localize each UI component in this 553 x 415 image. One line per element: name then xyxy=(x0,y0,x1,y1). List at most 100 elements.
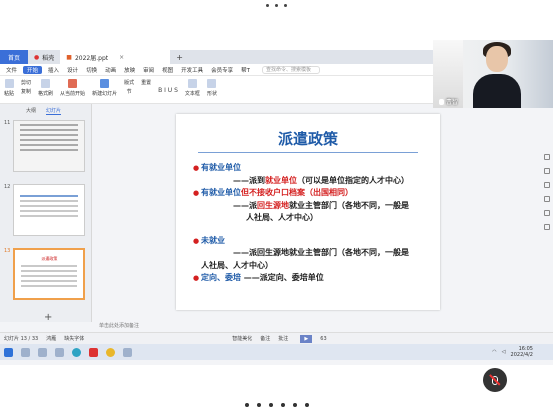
menu-file[interactable]: 文件 xyxy=(4,66,19,74)
thumbnail-row: 13 派遣政策 xyxy=(4,248,86,300)
menu-transition[interactable]: 切换 xyxy=(84,66,99,74)
section-label: 节 xyxy=(126,89,132,95)
status-actions: 智能美化 备注 批注 xyxy=(232,335,288,342)
tab-outline[interactable]: 大纲 xyxy=(26,107,36,115)
tool-icon[interactable] xyxy=(544,168,550,174)
dot xyxy=(284,4,287,7)
browser-icon[interactable] xyxy=(106,347,115,357)
tool-icon[interactable] xyxy=(544,182,550,188)
tab-home[interactable]: 首页 xyxy=(0,50,29,64)
text-run: 人社局、人才中心） xyxy=(246,213,318,222)
comments-button[interactable]: 批注 xyxy=(278,335,288,342)
volume-icon[interactable]: ◁ xyxy=(502,349,506,355)
file-explorer-icon[interactable] xyxy=(55,347,64,357)
tool-icon[interactable] xyxy=(544,154,550,160)
command-search-input[interactable]: 查找命令、搜索模板 xyxy=(262,65,321,74)
video-person-head xyxy=(486,46,508,72)
tab-slides[interactable]: 幻灯片 xyxy=(46,107,62,115)
layout-button[interactable]: 版式 节 xyxy=(124,79,134,95)
tool-icon[interactable] xyxy=(544,210,550,216)
page-dot[interactable] xyxy=(244,403,249,407)
menu-member[interactable]: 会员专享 xyxy=(209,66,235,74)
close-icon[interactable]: × xyxy=(119,54,124,61)
play-icon xyxy=(68,79,78,88)
text-box-button[interactable]: 文本框 xyxy=(185,79,200,97)
slide-body[interactable]: ● 有就业单位 ——派到就业单位（可以是单位指定的人才中心） ● 有就业单位但不接收户口… xyxy=(193,162,433,285)
slide[interactable]: 派遣政策 ● 有就业单位 ——派到就业单位（可以是单位指定的人才中心） ● 有就业单位但… xyxy=(176,114,440,310)
slide-thumbnail[interactable] xyxy=(13,184,86,236)
paste-button[interactable]: 粘贴 xyxy=(4,79,14,97)
menu-review[interactable]: 审阅 xyxy=(141,66,156,74)
slide-number: 12 xyxy=(4,184,11,190)
menu-design[interactable]: 设计 xyxy=(65,66,80,74)
tab-daoke[interactable]: ● 稻壳 xyxy=(28,50,60,64)
tool-icon[interactable] xyxy=(544,224,550,230)
text-box-icon xyxy=(187,79,197,88)
menu-slideshow[interactable]: 放映 xyxy=(122,66,137,74)
wps-icon[interactable] xyxy=(89,347,98,357)
page-dot[interactable] xyxy=(304,403,309,407)
date: 2022/4/2 xyxy=(510,352,533,358)
menu-view[interactable]: 视图 xyxy=(160,66,175,74)
page-dot[interactable] xyxy=(268,403,273,407)
wifi-icon[interactable]: ◠ xyxy=(492,349,496,355)
menu-animation[interactable]: 动画 xyxy=(103,66,118,74)
slide-canvas: 派遣政策 ● 有就业单位 ——派到就业单位（可以是单位指定的人才中心） ● 有就业单位但… xyxy=(93,104,553,322)
task-view-icon[interactable] xyxy=(38,347,47,357)
menu-insert[interactable]: 插入 xyxy=(46,66,61,74)
text-format-group[interactable]: B I U S xyxy=(158,87,178,94)
taskbar: ◠ ◁ 16:05 2022/4/2 xyxy=(0,344,553,360)
page-dot[interactable] xyxy=(256,403,261,407)
text-run: ——派回生源地就业主管部门（各地不同，一般是 xyxy=(233,248,409,257)
text-run: 未就业 xyxy=(201,235,225,245)
zoom-level[interactable]: 63 xyxy=(320,336,326,342)
slideshow-play-button[interactable]: ▶ xyxy=(300,334,313,343)
theme-name: 鸿雁 xyxy=(46,336,57,342)
text-run: 回生源地 xyxy=(257,200,289,210)
page-indicator[interactable] xyxy=(0,403,553,407)
page-dot[interactable] xyxy=(280,403,285,407)
play-from-current-button[interactable]: 从当前开始 xyxy=(60,79,85,97)
video-thumbnail[interactable]: 曹智 xyxy=(433,40,553,108)
clock[interactable]: 16:05 2022/4/2 xyxy=(511,346,533,358)
line-text: 人社局、人才中心） xyxy=(193,212,318,225)
text-format-buttons[interactable]: B I U S xyxy=(158,87,178,94)
missing-font-button[interactable]: 缺失字体 xyxy=(64,335,84,342)
shape-button[interactable]: 形状 xyxy=(207,79,217,97)
menu-help[interactable]: 帮T xyxy=(239,66,252,74)
smart-beautify-button[interactable]: 智能美化 xyxy=(232,335,252,342)
menu-start[interactable]: 开始 xyxy=(23,65,43,74)
format-painter-button[interactable]: 格式刷 xyxy=(38,79,53,97)
edge-icon[interactable] xyxy=(72,347,81,357)
slide-thumbnail[interactable] xyxy=(13,120,86,172)
notes-button[interactable]: 备注 xyxy=(260,335,270,342)
right-toolbar xyxy=(541,104,553,322)
slide-thumbnail-selected[interactable]: 派遣政策 xyxy=(13,248,86,300)
page-dot[interactable] xyxy=(292,403,297,407)
notes-area[interactable]: 单击此处添加备注 xyxy=(93,322,393,330)
copy-label: 复制 xyxy=(21,89,32,95)
meeting-app-icon[interactable] xyxy=(123,347,132,357)
cut-button[interactable]: 剪切 复制 xyxy=(21,79,31,95)
paste-label: 粘贴 xyxy=(4,91,15,97)
new-slide-button[interactable]: 新建幻灯片 xyxy=(92,79,117,97)
start-icon[interactable] xyxy=(4,347,13,357)
slide-title[interactable]: 派遣政策 xyxy=(176,128,440,149)
new-tab-button[interactable]: + xyxy=(170,53,189,62)
bullet-icon: ● xyxy=(193,274,200,282)
slide-number: 11 xyxy=(4,120,11,126)
play-from-current-label: 从当前开始 xyxy=(60,91,86,97)
text-run: ——派定向、委培单位 xyxy=(241,273,324,282)
line-text: 未就业 xyxy=(201,235,225,248)
mute-microphone-button[interactable] xyxy=(483,368,507,392)
search-icon[interactable] xyxy=(21,347,30,357)
tool-icon[interactable] xyxy=(544,196,550,202)
tab-document[interactable]: ■ 2022届.ppt × xyxy=(60,50,171,64)
window-drag-handle[interactable] xyxy=(0,4,553,7)
layout-label: 版式 xyxy=(124,80,135,86)
menu-developer[interactable]: 开发工具 xyxy=(179,66,205,74)
line-text: ——派到就业单位（可以是单位指定的人才中心） xyxy=(193,175,409,188)
add-slide-button[interactable]: + xyxy=(44,312,52,323)
reset-label: 重置 xyxy=(141,80,152,86)
reset-button[interactable]: 重置 xyxy=(141,79,151,86)
